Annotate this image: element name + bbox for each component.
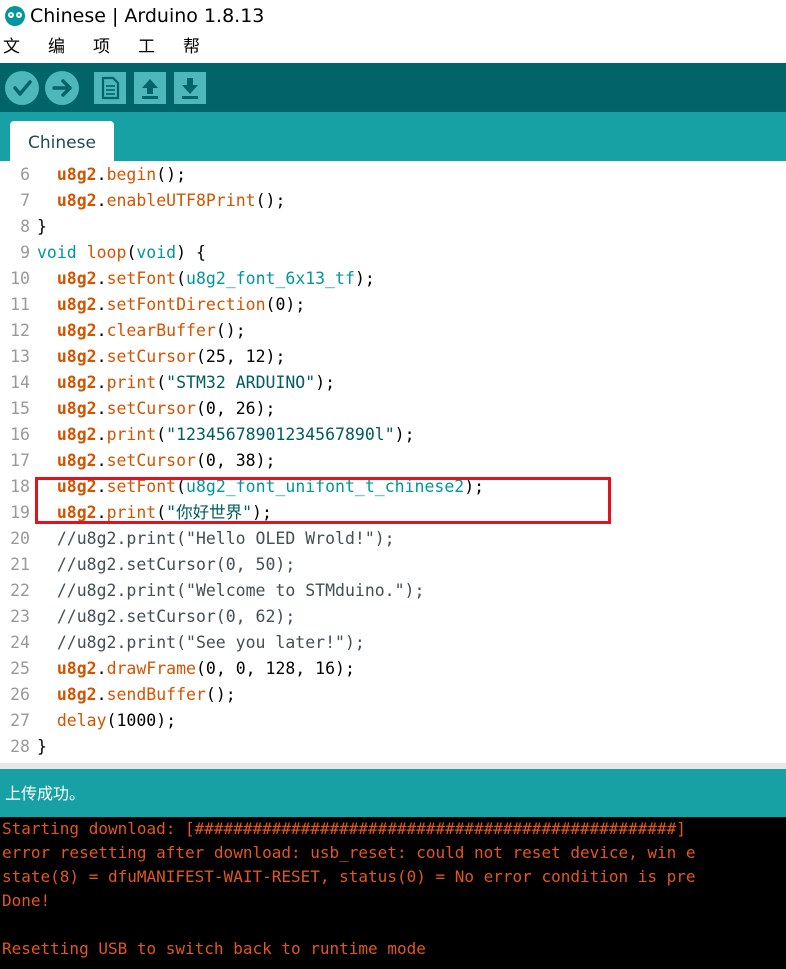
code-text: delay(1000); <box>56 711 177 730</box>
line-number: 12 <box>10 321 30 340</box>
code-line[interactable]: 26 u8g2.sendBuffer(); <box>0 682 786 708</box>
code-line[interactable]: 6 u8g2.begin(); <box>0 162 786 188</box>
highlight-annotation <box>35 477 611 524</box>
line-number: 21 <box>10 555 30 574</box>
code-text: u8g2.sendBuffer(); <box>56 685 236 704</box>
line-number: 7 <box>20 191 30 210</box>
line-number: 22 <box>10 581 30 600</box>
line-number: 26 <box>10 685 30 704</box>
code-text: //u8g2.print("See you later!"); <box>37 633 365 652</box>
verify-button[interactable] <box>5 71 39 105</box>
line-number: 23 <box>10 607 30 626</box>
code-text: //u8g2.print("Hello OLED Wrold!"); <box>37 529 395 548</box>
code-line[interactable]: 17 u8g2.setCursor(0, 38); <box>0 448 786 474</box>
code-text: //u8g2.setCursor(0, 50); <box>37 555 296 574</box>
arrow-down-icon <box>182 78 198 99</box>
console-line: error resetting after download: usb_rese… <box>2 843 696 862</box>
open-button[interactable] <box>134 72 166 104</box>
code-line[interactable]: 16 u8g2.print("12345678901234567890l"); <box>0 422 786 448</box>
code-text: u8g2.clearBuffer(); <box>56 321 246 340</box>
code-editor[interactable]: 6 u8g2.begin(); 7 u8g2.enableUTF8Print();… <box>0 161 786 763</box>
line-number: 8 <box>20 217 30 236</box>
upload-button[interactable] <box>45 71 79 105</box>
arduino-logo-icon <box>5 6 25 26</box>
code-line[interactable]: 13 u8g2.setCursor(25, 12); <box>0 344 786 370</box>
code-line[interactable]: 8} <box>0 214 786 240</box>
code-line[interactable]: 15 u8g2.setCursor(0, 26); <box>0 396 786 422</box>
line-number: 14 <box>10 373 30 392</box>
code-text: //u8g2.print("Welcome to STMduino."); <box>37 581 425 600</box>
line-number: 20 <box>10 529 30 548</box>
toolbar <box>0 63 786 112</box>
document-icon <box>101 76 120 100</box>
code-line[interactable]: 10 u8g2.setFont(u8g2_font_6x13_tf); <box>0 266 786 292</box>
tab-label: Chinese <box>28 133 96 153</box>
code-line[interactable]: 24 //u8g2.print("See you later!"); <box>0 630 786 656</box>
line-number: 17 <box>10 451 30 470</box>
code-line[interactable]: 20 //u8g2.print("Hello OLED Wrold!"); <box>0 526 786 552</box>
arrow-up-icon <box>142 79 158 99</box>
line-number: 18 <box>10 477 30 496</box>
line-number: 28 <box>10 737 30 756</box>
new-button[interactable] <box>94 72 126 104</box>
console-line: Done! <box>2 891 51 910</box>
code-line[interactable]: 25 u8g2.drawFrame(0, 0, 128, 16); <box>0 656 786 682</box>
code-line[interactable]: 22 //u8g2.print("Welcome to STMduino."); <box>0 578 786 604</box>
check-icon <box>13 80 32 96</box>
line-number: 13 <box>10 347 30 366</box>
code-text: u8g2.print("STM32 ARDUINO"); <box>56 373 336 392</box>
line-number: 16 <box>10 425 30 444</box>
line-number: 11 <box>10 295 30 314</box>
code-text: u8g2.setFont(u8g2_font_6x13_tf); <box>56 269 375 288</box>
code-text: u8g2.setFontDirection(0); <box>56 295 306 314</box>
line-number: 9 <box>20 243 30 262</box>
code-line[interactable]: 11 u8g2.setFontDirection(0); <box>0 292 786 318</box>
code-text: u8g2.setCursor(0, 26); <box>56 399 276 418</box>
line-number: 24 <box>10 633 30 652</box>
code-line[interactable]: 21 //u8g2.setCursor(0, 50); <box>0 552 786 578</box>
console-line: Resetting USB to switch back to runtime … <box>2 939 426 958</box>
line-number: 27 <box>10 711 30 730</box>
code-text: void loop(void) { <box>37 243 206 262</box>
console-line: state(8) = dfuMANIFEST-WAIT-RESET, statu… <box>2 867 696 886</box>
console-output: Starting download: [####################… <box>0 817 786 969</box>
code-line[interactable]: 7 u8g2.enableUTF8Print(); <box>0 188 786 214</box>
code-line[interactable]: 23 //u8g2.setCursor(0, 62); <box>0 604 786 630</box>
code-line[interactable]: 28} <box>0 734 786 760</box>
code-line[interactable]: 12 u8g2.clearBuffer(); <box>0 318 786 344</box>
status-bar: 上传成功。 <box>0 769 786 817</box>
line-number: 19 <box>10 503 30 522</box>
window-title: Chinese | Arduino 1.8.13 <box>30 5 265 27</box>
line-number: 10 <box>10 269 30 288</box>
code-text: u8g2.print("12345678901234567890l"); <box>56 425 415 444</box>
code-text: //u8g2.setCursor(0, 62); <box>37 607 296 626</box>
code-text: } <box>37 737 47 756</box>
code-text: u8g2.drawFrame(0, 0, 128, 16); <box>56 659 355 678</box>
tab-chinese[interactable]: Chinese <box>10 121 114 161</box>
code-line[interactable]: 14 u8g2.print("STM32 ARDUINO"); <box>0 370 786 396</box>
title-bar: Chinese | Arduino 1.8.13 <box>0 0 786 32</box>
code-line[interactable]: 27 delay(1000); <box>0 708 786 734</box>
line-number: 25 <box>10 659 30 678</box>
save-button[interactable] <box>174 72 206 104</box>
console-line: Starting download: [####################… <box>2 819 686 838</box>
code-text: u8g2.setCursor(0, 38); <box>56 451 276 470</box>
line-number: 15 <box>10 399 30 418</box>
arrow-right-icon <box>52 79 72 97</box>
tab-strip: Chinese <box>0 112 786 161</box>
code-text: u8g2.begin(); <box>56 165 187 184</box>
code-text: u8g2.setCursor(25, 12); <box>56 347 286 366</box>
status-message: 上传成功。 <box>5 784 86 803</box>
code-line[interactable]: 9 void loop(void) { <box>0 240 786 266</box>
code-text: u8g2.enableUTF8Print(); <box>56 191 286 210</box>
line-number: 6 <box>20 165 30 184</box>
code-text: } <box>37 217 47 236</box>
